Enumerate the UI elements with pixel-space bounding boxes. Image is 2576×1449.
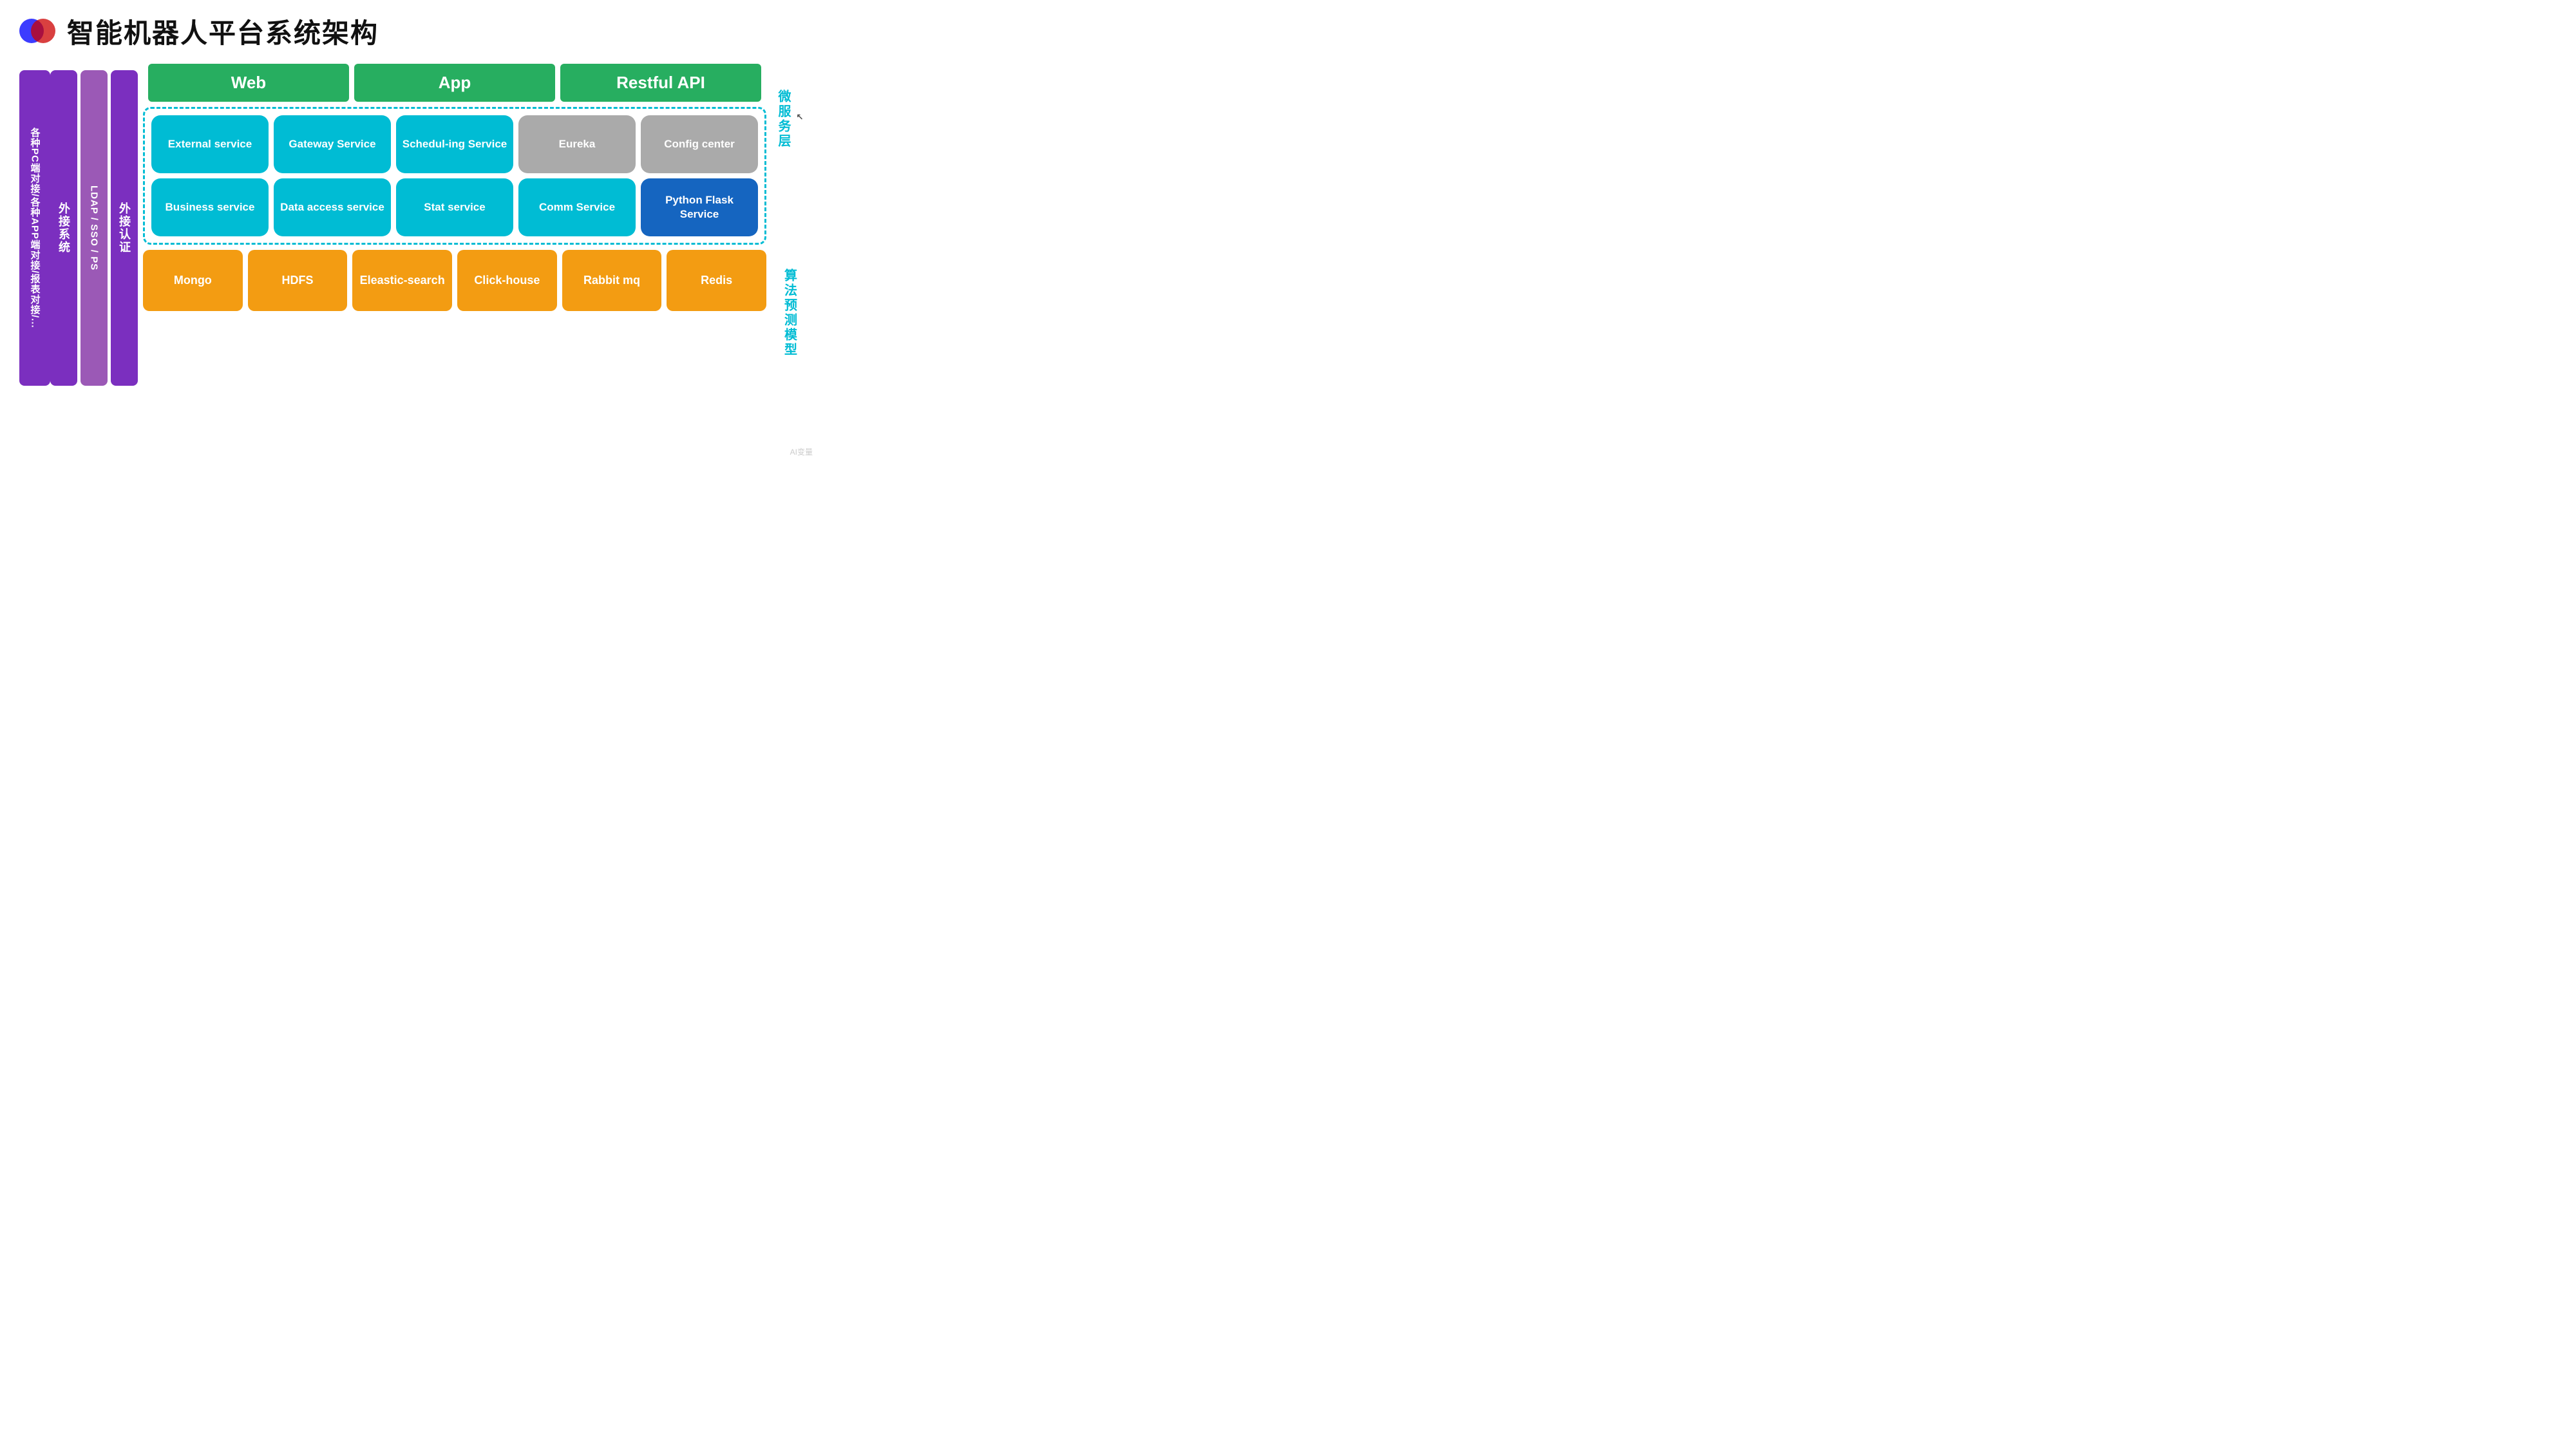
card-rabbitmq: Rabbit mq bbox=[562, 250, 662, 311]
service-scheduling: Schedul-ing Service bbox=[396, 115, 513, 173]
diagram: Web App Restful API External service Gat… bbox=[143, 64, 766, 311]
card-hdfs: HDFS bbox=[248, 250, 348, 311]
logo-circle-red bbox=[31, 19, 55, 43]
service-stat: Stat service bbox=[396, 178, 513, 236]
services-area: External service Gateway Service Schedul… bbox=[143, 107, 766, 245]
left-middle-label: LDAP / SSO / PS bbox=[80, 70, 108, 386]
header-restful: Restful API bbox=[560, 64, 761, 102]
services-row-1: External service Gateway Service Schedul… bbox=[151, 115, 758, 173]
header: 智能机器人平台系统架构 bbox=[0, 0, 824, 57]
card-redis: Redis bbox=[667, 250, 766, 311]
service-business: Business service bbox=[151, 178, 269, 236]
card-clickhouse: Click-house bbox=[457, 250, 557, 311]
card-elasticsearch: Eleastic-search bbox=[352, 250, 452, 311]
service-external: External service bbox=[151, 115, 269, 173]
left-inner-label: 外接认证 bbox=[111, 70, 138, 386]
right-algorithm: 算法预测模型 bbox=[774, 240, 805, 386]
watermark: AI变量 bbox=[790, 446, 813, 457]
service-eureka: Eureka bbox=[518, 115, 636, 173]
service-python-flask: Python Flask Service bbox=[641, 178, 758, 236]
right-microservice: ↙ 微服务层 bbox=[774, 70, 805, 235]
header-web: Web bbox=[148, 64, 349, 102]
service-gateway: Gateway Service bbox=[274, 115, 391, 173]
card-mongo: Mongo bbox=[143, 250, 243, 311]
main-content: 各种PC端对接/各种APP端对接/报表对接/... 外接系统 LDAP / SS… bbox=[0, 57, 824, 464]
left-outer-label: 各种PC端对接/各种APP端对接/报表对接/... bbox=[19, 70, 50, 386]
service-config: Config center bbox=[641, 115, 758, 173]
logo bbox=[19, 14, 55, 50]
left-labels: 各种PC端对接/各种APP端对接/报表对接/... 外接系统 LDAP / SS… bbox=[19, 70, 138, 386]
page-title: 智能机器人平台系统架构 bbox=[67, 12, 379, 51]
header-app: App bbox=[354, 64, 555, 102]
service-data-access: Data access service bbox=[274, 178, 391, 236]
right-labels: ↙ 微服务层 算法预测模型 bbox=[774, 70, 805, 386]
bottom-row: Mongo HDFS Eleastic-search Click-house R… bbox=[143, 250, 766, 311]
service-comm: Comm Service bbox=[518, 178, 636, 236]
top-header-row: Web App Restful API bbox=[148, 64, 761, 102]
services-row-2: Business service Data access service Sta… bbox=[151, 178, 758, 236]
left-leftmost-label: 外接系统 bbox=[50, 70, 77, 386]
